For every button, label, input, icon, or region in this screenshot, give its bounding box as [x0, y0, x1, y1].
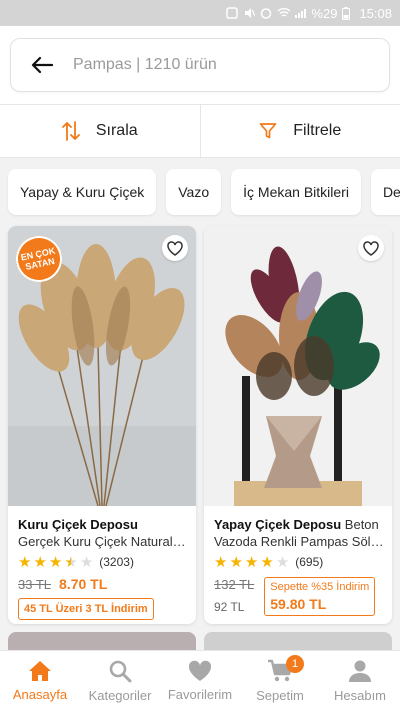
- nav-categories-label: Kategoriler: [88, 688, 152, 703]
- star-icon: ★: [33, 553, 47, 571]
- product-rating: ★ ★ ★ ★ ★ (695): [214, 554, 386, 570]
- promo-badge: 45 TL Üzeri 3 TL İndirim: [18, 598, 154, 620]
- wifi-icon: [277, 7, 291, 19]
- regular-price: 92 TL: [214, 600, 245, 614]
- search-header: Pampas | 1210 ürün: [0, 26, 400, 104]
- star-icon: ★: [18, 553, 32, 571]
- product-info: Kuru Çiçek Deposu Gerçek Kuru Çiçek Natu…: [18, 516, 190, 620]
- filter-label: Filtrele: [293, 122, 342, 139]
- nav-cart-label: Sepetim: [256, 688, 304, 703]
- status-bar: %29 15:08: [0, 0, 400, 26]
- star-empty-icon: ★: [275, 553, 290, 571]
- product-brand: Yapay Çiçek Deposu: [214, 517, 342, 532]
- cart-discount-box: Sepette %35 İndirim 59.80 TL: [264, 577, 376, 616]
- old-price: 132 TL: [214, 577, 255, 592]
- star-icon: ★: [48, 553, 63, 571]
- favorite-button[interactable]: [358, 235, 384, 261]
- product-name: Gerçek Kuru Çiçek Natural…: [18, 534, 186, 549]
- cart-price: 59.80 TL: [270, 596, 327, 612]
- sort-filter-bar: Sırala Filtrele: [0, 104, 400, 158]
- sale-price: 8.70 TL: [59, 576, 108, 592]
- category-chips: Yapay & Kuru Çiçek Vazo İç Mekan Bitkile…: [0, 158, 400, 226]
- chip-more[interactable]: De: [370, 169, 400, 215]
- nav-account[interactable]: Hesabım: [320, 651, 400, 711]
- signal-icon: [294, 7, 307, 19]
- product-card-peek[interactable]: [204, 632, 392, 652]
- cart-discount-label: Sepette %35 İndirim: [270, 581, 370, 593]
- sort-label: Sırala: [95, 122, 138, 139]
- chip-ic-mekan-bitkileri[interactable]: İç Mekan Bitkileri: [231, 169, 361, 215]
- heart-outline-icon: [363, 240, 379, 256]
- search-query-text[interactable]: Pampas | 1210 ürün: [73, 56, 217, 74]
- star-icon: ★: [260, 553, 274, 571]
- price-column: 132 TL 92 TL: [214, 577, 254, 616]
- star-half-icon: ★: [64, 553, 78, 571]
- nav-categories[interactable]: Kategoriler: [80, 651, 160, 711]
- bottom-navigation: Anasayfa Kategoriler Favorilerim 1 Sepet…: [0, 650, 400, 711]
- battery-icon: [342, 7, 354, 20]
- star-icon: ★: [244, 553, 259, 571]
- product-brand: Kuru Çiçek Deposu: [18, 517, 138, 532]
- mute-icon: [243, 7, 256, 19]
- heart-outline-icon: [167, 240, 183, 256]
- product-card[interactable]: EN ÇOK SATAN Kuru Çiçek Deposu Gerçek Ku…: [8, 226, 196, 624]
- alarm-icon: [260, 7, 272, 19]
- product-title[interactable]: Kuru Çiçek Deposu Gerçek Kuru Çiçek Natu…: [18, 516, 190, 550]
- chip-vazo[interactable]: Vazo: [166, 169, 222, 215]
- nav-favorites-label: Favorilerim: [167, 687, 233, 702]
- product-rating: ★ ★ ★ ★ ★ (3203): [18, 554, 190, 570]
- back-button[interactable]: [11, 38, 73, 92]
- star-icon: ★: [229, 553, 243, 571]
- chip-yapay-kuru-cicek[interactable]: Yapay & Kuru Çiçek: [8, 169, 157, 215]
- nav-favorites[interactable]: Favorilerim: [160, 651, 240, 711]
- filter-button[interactable]: Filtrele: [199, 105, 400, 157]
- nav-home[interactable]: Anasayfa: [0, 651, 80, 711]
- rating-count: (695): [295, 555, 324, 569]
- price-block: 132 TL 92 TL Sepette %35 İndirim 59.80 T…: [214, 577, 386, 616]
- battery-percent: %29: [311, 5, 338, 21]
- product-info: Yapay Çiçek Deposu Beton Vazoda Renkli P…: [214, 516, 386, 616]
- star-icon: ★: [214, 553, 228, 571]
- price-row: 33 TL 8.70 TL: [18, 576, 190, 592]
- clock: 15:08: [359, 5, 392, 21]
- product-card-peek[interactable]: [8, 632, 196, 652]
- user-icon: [349, 660, 371, 682]
- back-arrow-icon[interactable]: [31, 56, 53, 74]
- sort-button[interactable]: Sırala: [0, 105, 200, 157]
- search-bar[interactable]: Pampas | 1210 ürün: [10, 38, 390, 92]
- sort-icon: [61, 121, 80, 141]
- nav-cart[interactable]: 1 Sepetim: [240, 651, 320, 711]
- star-empty-icon: ★: [79, 553, 94, 571]
- heart-icon: [188, 660, 212, 681]
- filter-icon: [259, 123, 277, 139]
- search-icon: [109, 660, 132, 683]
- old-price: 33 TL: [18, 577, 52, 592]
- rating-count: (3203): [99, 555, 134, 569]
- product-title[interactable]: Yapay Çiçek Deposu Beton Vazoda Renkli P…: [214, 516, 386, 550]
- favorite-button[interactable]: [162, 235, 188, 261]
- notification-icon: [226, 7, 239, 19]
- product-image[interactable]: [204, 226, 392, 506]
- product-card[interactable]: Yapay Çiçek Deposu Beton Vazoda Renkli P…: [204, 226, 392, 624]
- nav-home-label: Anasayfa: [12, 687, 68, 702]
- nav-account-label: Hesabım: [333, 688, 387, 703]
- home-icon: [29, 661, 51, 681]
- cart-count-badge: 1: [286, 655, 304, 673]
